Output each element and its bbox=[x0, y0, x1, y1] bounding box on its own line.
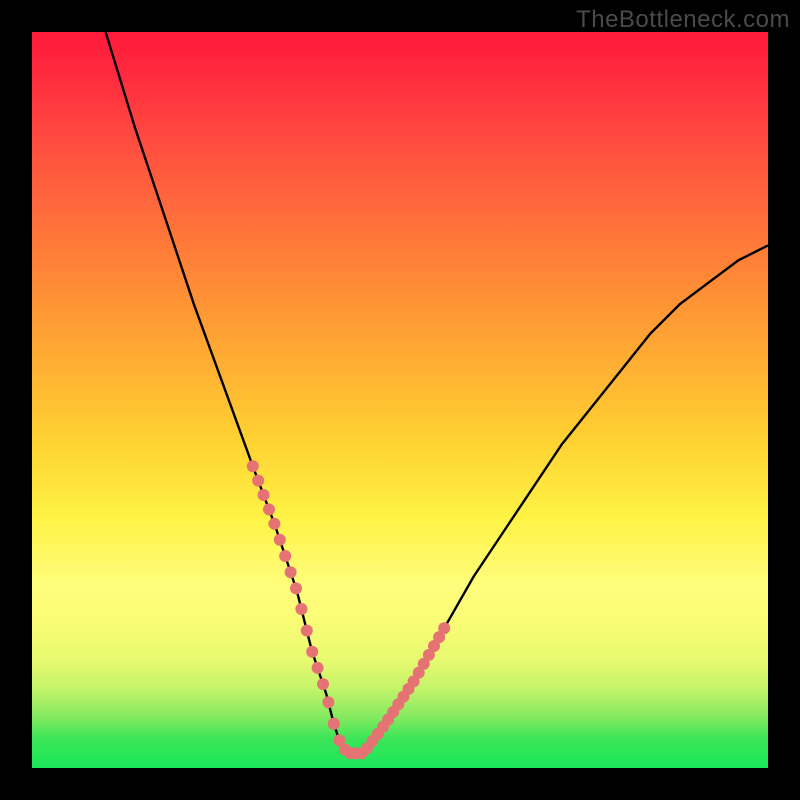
marker-dot bbox=[301, 625, 313, 637]
marker-dot bbox=[322, 696, 334, 708]
marker-dot bbox=[306, 646, 318, 658]
marker-dot bbox=[279, 550, 291, 562]
marker-dot bbox=[328, 718, 340, 730]
marker-group bbox=[247, 460, 450, 759]
marker-dot bbox=[438, 622, 450, 634]
marker-dot bbox=[247, 460, 259, 472]
marker-dot bbox=[290, 582, 302, 594]
marker-dot bbox=[317, 678, 329, 690]
marker-dot bbox=[312, 662, 324, 674]
marker-dot bbox=[295, 603, 307, 615]
chart-svg bbox=[32, 32, 768, 768]
marker-dot bbox=[252, 475, 264, 487]
watermark-text: TheBottleneck.com bbox=[576, 6, 790, 34]
chart-frame: TheBottleneck.com bbox=[0, 0, 800, 800]
marker-dot bbox=[268, 518, 280, 530]
marker-dot bbox=[258, 489, 270, 501]
plot-area bbox=[32, 32, 768, 768]
marker-dot bbox=[274, 534, 286, 546]
marker-dot bbox=[285, 566, 297, 578]
marker-dot bbox=[263, 503, 275, 515]
